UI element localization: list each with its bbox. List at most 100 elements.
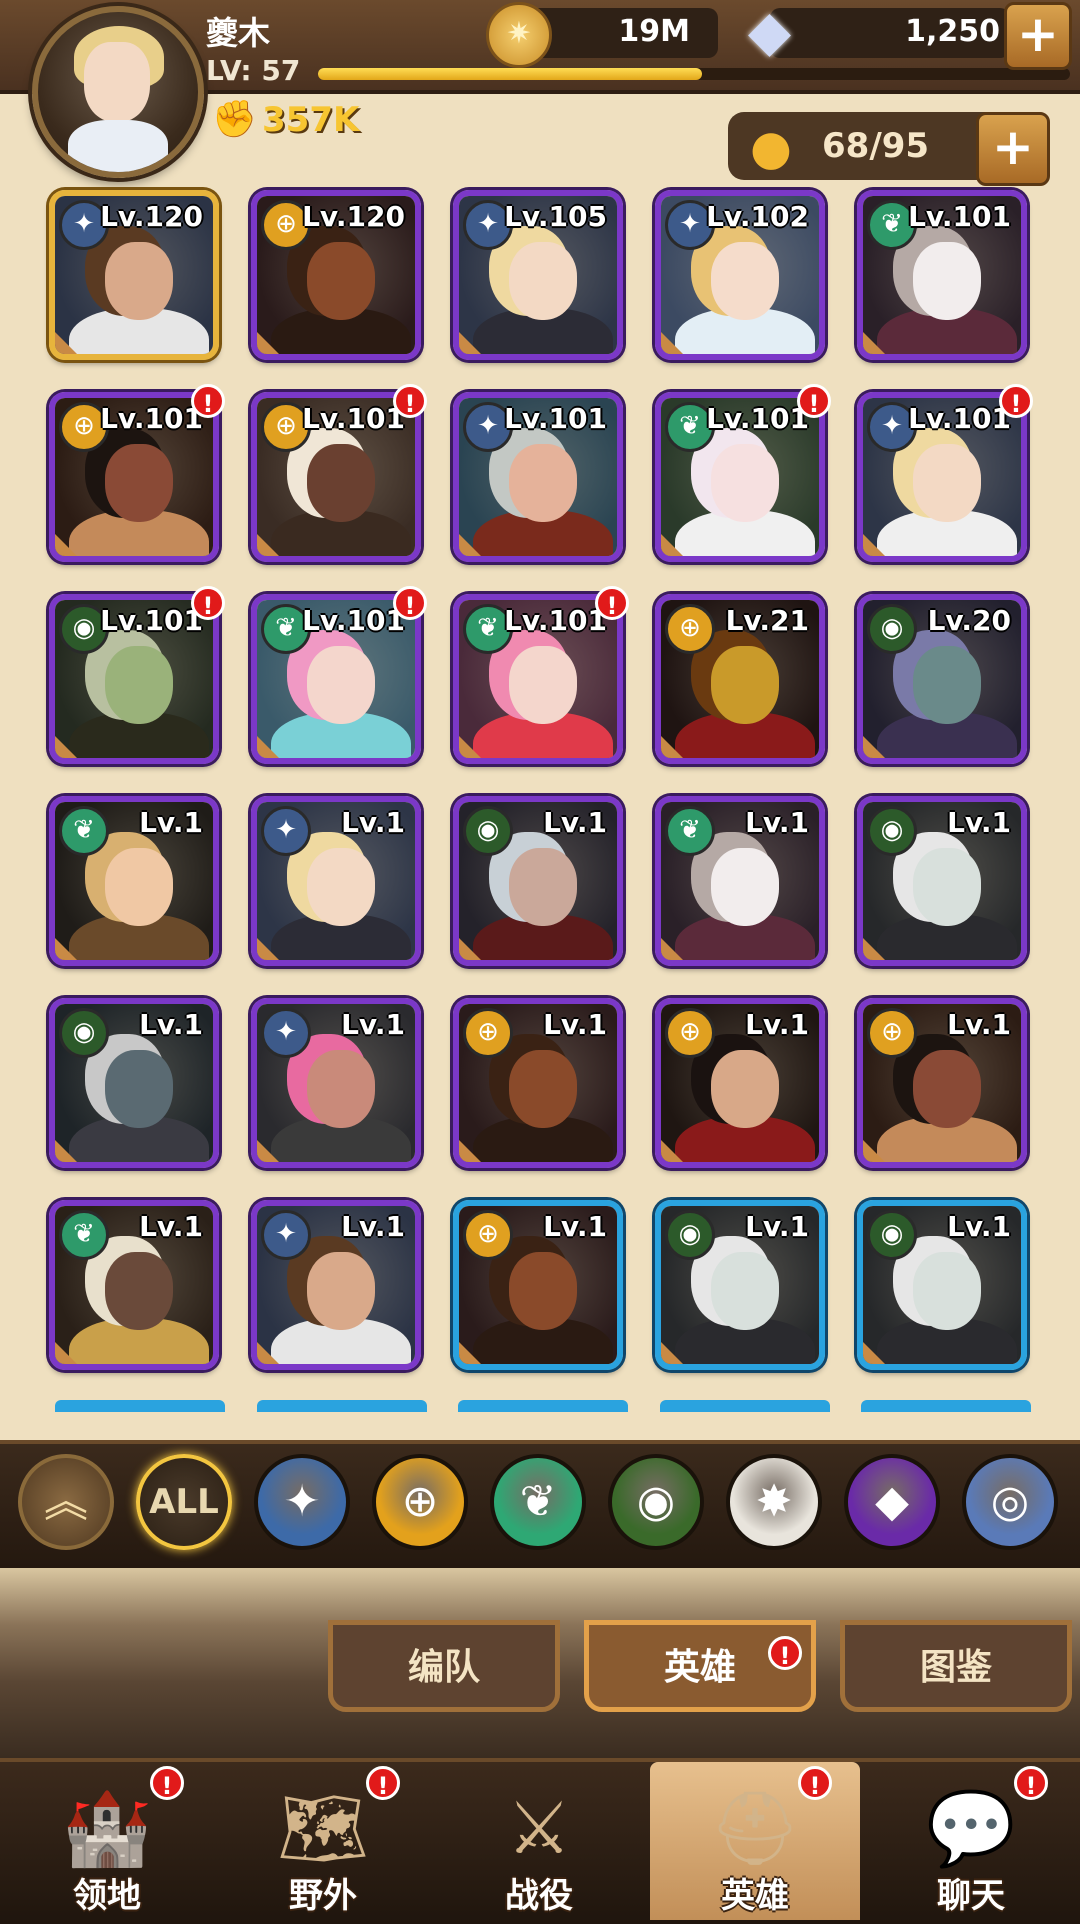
hero-card[interactable]: ✦ Lv.101 xyxy=(857,392,1027,562)
subtab-label: 英雄 xyxy=(663,1647,736,1688)
plus-icon: + xyxy=(1017,5,1059,63)
all-icon: ALL xyxy=(149,1482,219,1522)
partial-hero-frame xyxy=(257,1400,427,1412)
nav-item[interactable]: ⚔ 战役 xyxy=(434,1762,644,1920)
subtab[interactable]: 编队 xyxy=(328,1620,560,1712)
hero-face xyxy=(307,1050,375,1128)
hero-card[interactable]: ◉ Lv.1 xyxy=(857,1200,1027,1370)
hero-face xyxy=(711,1252,779,1330)
alert-badge: ! xyxy=(595,586,629,620)
diamond-amount: 1,250 xyxy=(905,14,1000,49)
player-level: LV: 57 xyxy=(206,54,300,87)
hero-level: Lv.101 xyxy=(302,604,405,637)
graveborn-icon: ◉ xyxy=(636,1476,676,1527)
hero-level: Lv.1 xyxy=(947,806,1011,839)
chevron-up-filter-button[interactable]: ︽ xyxy=(18,1454,114,1550)
hypogean-filter-button[interactable]: ◆ xyxy=(844,1454,940,1550)
hero-face xyxy=(509,444,577,522)
hero-card[interactable]: ◉ Lv.20 xyxy=(857,594,1027,764)
hero-corner-ornament xyxy=(661,534,683,556)
expand-roster-button[interactable]: + xyxy=(976,112,1050,186)
dimensional-filter-button[interactable]: ◎ xyxy=(962,1454,1058,1550)
hero-card[interactable]: ✦ Lv.1 xyxy=(251,998,421,1168)
hero-level: Lv.1 xyxy=(745,1008,809,1041)
hero-corner-ornament xyxy=(55,1342,77,1364)
graveborn-icon: ◉ xyxy=(463,806,513,856)
graveborn-icon: ◉ xyxy=(867,1210,917,1260)
hero-card[interactable]: ❦ Lv.1 xyxy=(49,796,219,966)
hero-card[interactable]: ✦ Lv.101 xyxy=(453,392,623,562)
hero-face xyxy=(307,848,375,926)
hero-card[interactable]: ⊕ Lv.1 xyxy=(655,998,825,1168)
sword-shield-icon: ⚔ xyxy=(506,1786,572,1870)
hero-card[interactable]: ◉ Lv.1 xyxy=(857,796,1027,966)
hero-card[interactable]: ⊕ Lv.120 xyxy=(251,190,421,360)
hero-card[interactable]: ◉ Lv.101 xyxy=(49,594,219,764)
lightbearer-icon: ✦ xyxy=(283,1476,321,1527)
alert-badge: ! xyxy=(393,586,427,620)
hero-card[interactable]: ⊕ Lv.21 xyxy=(655,594,825,764)
hero-face xyxy=(509,1252,577,1330)
alert-badge: ! xyxy=(191,586,225,620)
gold-amount: 19M xyxy=(618,14,690,49)
wilder-icon: ❦ xyxy=(519,1476,557,1527)
player-avatar[interactable] xyxy=(32,6,204,178)
hero-corner-ornament xyxy=(863,534,885,556)
hero-card[interactable]: ❦ Lv.101 xyxy=(251,594,421,764)
hero-card[interactable]: ✦ Lv.105 xyxy=(453,190,623,360)
hero-corner-ornament xyxy=(459,938,481,960)
hero-card[interactable]: ❦ Lv.101 xyxy=(655,392,825,562)
hero-corner-ornament xyxy=(55,938,77,960)
wilder-icon: ❦ xyxy=(59,1210,109,1260)
hero-card[interactable]: ✦ Lv.1 xyxy=(251,1200,421,1370)
hero-card[interactable]: ✦ Lv.120 xyxy=(49,190,219,360)
hero-level: Lv.101 xyxy=(908,200,1011,233)
hero-card[interactable]: ⊕ Lv.1 xyxy=(453,1200,623,1370)
hero-card[interactable]: ◉ Lv.1 xyxy=(655,1200,825,1370)
hero-card[interactable]: ⊕ Lv.1 xyxy=(453,998,623,1168)
hero-card[interactable]: ◉ Lv.1 xyxy=(49,998,219,1168)
hero-card[interactable]: ◉ Lv.1 xyxy=(453,796,623,966)
hero-face xyxy=(307,1252,375,1330)
hero-level: Lv.1 xyxy=(947,1210,1011,1243)
hero-card[interactable]: ⊕ Lv.101 xyxy=(251,392,421,562)
hero-level: Lv.101 xyxy=(302,402,405,435)
hero-card[interactable]: ⊕ Lv.1 xyxy=(857,998,1027,1168)
hero-card[interactable]: ✦ Lv.102 xyxy=(655,190,825,360)
hero-card[interactable]: ❦ Lv.1 xyxy=(655,796,825,966)
hero-level: Lv.1 xyxy=(947,1008,1011,1041)
buy-diamonds-button[interactable]: + xyxy=(1004,2,1072,70)
alert-badge: ! xyxy=(1014,1766,1048,1800)
chevron-up-icon: ︽ xyxy=(44,1476,88,1527)
wilder-icon: ❦ xyxy=(665,806,715,856)
graveborn-icon: ◉ xyxy=(59,1008,109,1058)
hero-level: Lv.101 xyxy=(504,604,607,637)
lightbearer-filter-button[interactable]: ✦ xyxy=(254,1454,350,1550)
hero-card[interactable]: ❦ Lv.101 xyxy=(453,594,623,764)
hero-card[interactable]: ❦ Lv.101 xyxy=(857,190,1027,360)
partial-hero-frame xyxy=(458,1400,628,1412)
hero-face xyxy=(913,646,981,724)
subtab[interactable]: 图鉴 xyxy=(840,1620,1072,1712)
graveborn-filter-button[interactable]: ◉ xyxy=(608,1454,704,1550)
hero-face xyxy=(105,1252,173,1330)
fist-icon: ✊ xyxy=(212,99,257,140)
hero-face xyxy=(105,1050,173,1128)
graveborn-icon: ◉ xyxy=(867,806,917,856)
lightbearer-icon: ✦ xyxy=(261,1008,311,1058)
avatar-body xyxy=(68,120,168,172)
hero-card[interactable]: ❦ Lv.1 xyxy=(49,1200,219,1370)
hero-card[interactable]: ✦ Lv.1 xyxy=(251,796,421,966)
graveborn-icon: ◉ xyxy=(867,604,917,654)
nav-label: 领地 xyxy=(73,1876,141,1916)
hero-level: Lv.120 xyxy=(100,200,203,233)
mauler-filter-button[interactable]: ⊕ xyxy=(372,1454,468,1550)
wilder-filter-button[interactable]: ❦ xyxy=(490,1454,586,1550)
hero-corner-ornament xyxy=(459,534,481,556)
all-filter-button[interactable]: ALL xyxy=(136,1454,232,1550)
hero-card[interactable]: ⊕ Lv.101 xyxy=(49,392,219,562)
celestial-filter-button[interactable]: ✸ xyxy=(726,1454,822,1550)
level-value: 57 xyxy=(261,54,301,87)
celestial-icon: ✸ xyxy=(755,1476,793,1527)
graveborn-icon: ◉ xyxy=(665,1210,715,1260)
